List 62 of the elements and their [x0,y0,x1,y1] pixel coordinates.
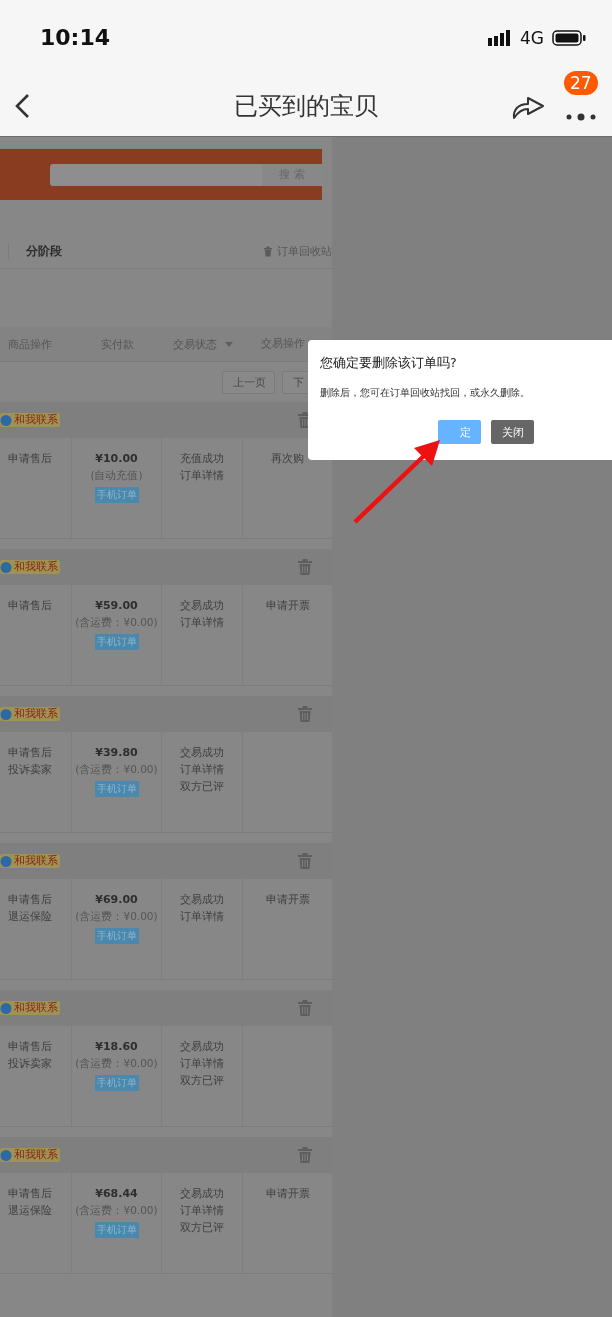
status-link[interactable]: 订单详情 [180,1204,224,1217]
contact-seller-badge[interactable]: 和我联系 [0,1148,60,1162]
battery-icon [552,29,586,46]
signal-icon [488,29,512,46]
paid-amount: ¥59.00 [95,599,138,612]
chat-bubble-icon [0,561,12,573]
status-link[interactable]: 交易成功 [180,746,224,759]
chat-bubble-icon [0,1149,12,1161]
more-icon[interactable] [565,113,597,121]
chat-bubble-icon [0,414,12,426]
tab[interactable]: 分阶段 [8,243,62,260]
status-link[interactable]: 订单详情 [180,763,224,776]
paid-amount: ¥69.00 [95,893,138,906]
item-action-link[interactable]: 退运保险 [8,1204,52,1217]
contact-seller-badge[interactable]: 和我联系 [0,413,60,427]
search-field[interactable] [50,163,262,186]
page-title: 已买到的宝贝 [233,91,379,122]
status-link[interactable]: 双方已评 [180,1221,224,1234]
dialog-message: 删除后，您可在订单回收站找回，或永久删除。 [320,386,531,400]
status-link[interactable]: 交易成功 [180,893,224,906]
status-link[interactable]: 充值成功 [180,452,224,465]
back-icon[interactable] [14,93,30,119]
status-link[interactable]: 订单详情 [180,910,224,923]
item-action-link[interactable]: 申请售后 [8,746,52,759]
status-time: 10:14 [40,25,111,50]
contact-seller-badge[interactable]: 和我联系 [0,560,60,574]
order-action-link[interactable]: 再次购 [271,452,304,465]
close-button[interactable]: 关闭 [491,420,534,444]
notification-badge: 27 [564,71,598,95]
item-action-link[interactable]: 退运保险 [8,910,52,923]
item-action-link[interactable]: 申请售后 [8,1187,52,1200]
dialog-title: 您确定要删除该订单吗? [320,355,458,372]
status-link[interactable]: 订单详情 [180,1057,224,1070]
paid-amount: ¥10.00 [95,452,138,465]
contact-seller-badge[interactable]: 和我联系 [0,707,60,721]
order-action-link[interactable]: 申请开票 [265,599,310,612]
item-action-link[interactable]: 申请售后 [8,893,52,906]
paid-amount: ¥18.60 [95,1040,138,1053]
item-action-link[interactable]: 申请售后 [8,452,52,465]
item-action-link[interactable]: 投诉卖家 [8,1057,52,1070]
status-link[interactable]: 双方已评 [180,1074,224,1087]
item-action-link[interactable]: 申请售后 [8,599,52,612]
chat-bubble-icon [0,1002,12,1014]
chat-bubble-icon [0,855,12,867]
paid-amount: ¥39.80 [95,746,138,759]
paid-amount: ¥68.44 [95,1187,138,1200]
order-action-link[interactable]: 申请开票 [265,893,310,906]
network-label: 4G [520,27,544,48]
status-link[interactable]: 双方已评 [180,780,224,793]
item-action-link[interactable]: 投诉卖家 [8,763,52,776]
status-link[interactable]: 订单详情 [180,469,224,482]
status-link[interactable]: 订单详情 [180,616,224,629]
chat-bubble-icon [0,708,12,720]
status-link[interactable]: 交易成功 [180,1187,224,1200]
status-link[interactable]: 交易成功 [180,1040,224,1053]
caret-icon[interactable] [224,341,233,347]
item-action-link[interactable]: 申请售后 [8,1040,52,1053]
status-link[interactable]: 交易成功 [180,599,224,612]
contact-seller-badge[interactable]: 和我联系 [0,1001,60,1015]
contact-seller-badge[interactable]: 和我联系 [0,854,60,868]
confirm-button[interactable]: 定 [438,420,481,444]
order-action-link[interactable]: 申请开票 [265,1187,310,1200]
